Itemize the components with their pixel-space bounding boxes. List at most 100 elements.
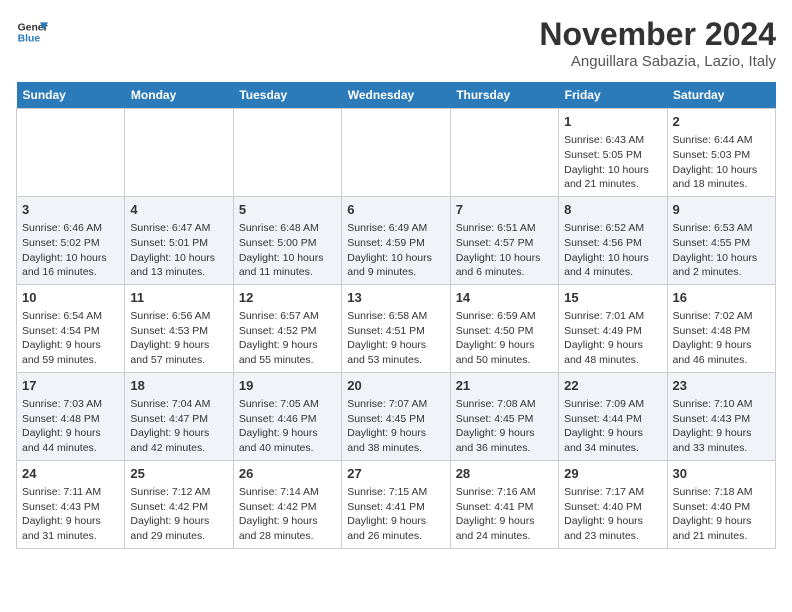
calendar-week-row: 1 Sunrise: 6:43 AM Sunset: 5:05 PM Daylig…	[17, 109, 776, 197]
day-info: Sunrise: 6:51 AM Sunset: 4:57 PM Dayligh…	[456, 221, 553, 280]
calendar-cell: 28 Sunrise: 7:16 AM Sunset: 4:41 PM Dayli…	[450, 460, 558, 548]
col-header-friday: Friday	[559, 82, 667, 109]
calendar-cell	[450, 109, 558, 197]
calendar-cell: 5 Sunrise: 6:48 AM Sunset: 5:00 PM Daylig…	[233, 196, 341, 284]
day-number: 17	[22, 377, 119, 395]
day-number: 18	[130, 377, 227, 395]
day-info: Sunrise: 7:18 AM Sunset: 4:40 PM Dayligh…	[673, 485, 770, 544]
col-header-tuesday: Tuesday	[233, 82, 341, 109]
calendar-cell: 22 Sunrise: 7:09 AM Sunset: 4:44 PM Dayli…	[559, 372, 667, 460]
calendar-cell: 13Sunrise: 6:58 AM Sunset: 4:51 PM Dayli…	[342, 284, 450, 372]
calendar-cell: 9Sunrise: 6:53 AM Sunset: 4:55 PM Daylig…	[667, 196, 775, 284]
day-number: 15	[564, 289, 661, 307]
calendar-cell: 3Sunrise: 6:46 AM Sunset: 5:02 PM Daylig…	[17, 196, 125, 284]
day-info: Sunrise: 6:59 AM Sunset: 4:50 PM Dayligh…	[456, 309, 553, 368]
col-header-thursday: Thursday	[450, 82, 558, 109]
day-info: Sunrise: 6:43 AM Sunset: 5:05 PM Dayligh…	[564, 133, 661, 192]
calendar-cell: 12 Sunrise: 6:57 AM Sunset: 4:52 PM Dayli…	[233, 284, 341, 372]
day-info: Sunrise: 6:44 AM Sunset: 5:03 PM Dayligh…	[673, 133, 770, 192]
col-header-sunday: Sunday	[17, 82, 125, 109]
day-number: 2	[673, 113, 770, 131]
day-info: Sunrise: 7:16 AM Sunset: 4:41 PM Dayligh…	[456, 485, 553, 544]
calendar-week-row: 17 Sunrise: 7:03 AM Sunset: 4:48 PM Dayli…	[17, 372, 776, 460]
location-title: Anguillara Sabazia, Lazio, Italy	[539, 53, 776, 70]
calendar-header-row: SundayMondayTuesdayWednesdayThursdayFrid…	[17, 82, 776, 109]
day-number: 26	[239, 465, 336, 483]
calendar-cell: 17 Sunrise: 7:03 AM Sunset: 4:48 PM Dayli…	[17, 372, 125, 460]
day-number: 25	[130, 465, 227, 483]
day-info: Sunrise: 7:05 AM Sunset: 4:46 PM Dayligh…	[239, 397, 336, 456]
calendar-cell: 23Sunrise: 7:10 AM Sunset: 4:43 PM Dayli…	[667, 372, 775, 460]
day-info: Sunrise: 6:58 AM Sunset: 4:51 PM Dayligh…	[347, 309, 444, 368]
day-info: Sunrise: 6:56 AM Sunset: 4:53 PM Dayligh…	[130, 309, 227, 368]
day-number: 8	[564, 201, 661, 219]
day-info: Sunrise: 7:17 AM Sunset: 4:40 PM Dayligh…	[564, 485, 661, 544]
day-info: Sunrise: 7:15 AM Sunset: 4:41 PM Dayligh…	[347, 485, 444, 544]
day-number: 12	[239, 289, 336, 307]
calendar-cell	[342, 109, 450, 197]
calendar-cell: 7 Sunrise: 6:51 AM Sunset: 4:57 PM Daylig…	[450, 196, 558, 284]
calendar-cell: 4 Sunrise: 6:47 AM Sunset: 5:01 PM Daylig…	[125, 196, 233, 284]
col-header-wednesday: Wednesday	[342, 82, 450, 109]
page-header: General Blue November 2024 Anguillara Sa…	[16, 16, 776, 70]
day-number: 7	[456, 201, 553, 219]
calendar-cell: 15 Sunrise: 7:01 AM Sunset: 4:49 PM Dayli…	[559, 284, 667, 372]
calendar-cell	[125, 109, 233, 197]
day-info: Sunrise: 6:46 AM Sunset: 5:02 PM Dayligh…	[22, 221, 119, 280]
day-number: 21	[456, 377, 553, 395]
calendar-week-row: 3Sunrise: 6:46 AM Sunset: 5:02 PM Daylig…	[17, 196, 776, 284]
day-info: Sunrise: 7:03 AM Sunset: 4:48 PM Dayligh…	[22, 397, 119, 456]
calendar-cell: 26 Sunrise: 7:14 AM Sunset: 4:42 PM Dayli…	[233, 460, 341, 548]
day-number: 28	[456, 465, 553, 483]
svg-text:Blue: Blue	[18, 34, 41, 45]
day-number: 14	[456, 289, 553, 307]
calendar-cell: 11 Sunrise: 6:56 AM Sunset: 4:53 PM Dayli…	[125, 284, 233, 372]
calendar-cell: 20Sunrise: 7:07 AM Sunset: 4:45 PM Dayli…	[342, 372, 450, 460]
calendar-cell: 21Sunrise: 7:08 AM Sunset: 4:45 PM Dayli…	[450, 372, 558, 460]
calendar-cell: 29 Sunrise: 7:17 AM Sunset: 4:40 PM Dayli…	[559, 460, 667, 548]
day-number: 1	[564, 113, 661, 131]
day-number: 27	[347, 465, 444, 483]
day-number: 29	[564, 465, 661, 483]
calendar-cell: 30 Sunrise: 7:18 AM Sunset: 4:40 PM Dayli…	[667, 460, 775, 548]
day-info: Sunrise: 6:54 AM Sunset: 4:54 PM Dayligh…	[22, 309, 119, 368]
calendar-cell: 19 Sunrise: 7:05 AM Sunset: 4:46 PM Dayli…	[233, 372, 341, 460]
calendar-cell: 2 Sunrise: 6:44 AM Sunset: 5:03 PM Daylig…	[667, 109, 775, 197]
title-block: November 2024 Anguillara Sabazia, Lazio,…	[539, 16, 776, 70]
calendar-cell: 8 Sunrise: 6:52 AM Sunset: 4:56 PM Daylig…	[559, 196, 667, 284]
logo: General Blue	[16, 16, 48, 48]
day-info: Sunrise: 7:01 AM Sunset: 4:49 PM Dayligh…	[564, 309, 661, 368]
calendar-cell: 25 Sunrise: 7:12 AM Sunset: 4:42 PM Dayli…	[125, 460, 233, 548]
calendar-week-row: 10 Sunrise: 6:54 AM Sunset: 4:54 PM Dayli…	[17, 284, 776, 372]
calendar-cell	[17, 109, 125, 197]
day-number: 20	[347, 377, 444, 395]
day-info: Sunrise: 6:52 AM Sunset: 4:56 PM Dayligh…	[564, 221, 661, 280]
day-number: 10	[22, 289, 119, 307]
day-info: Sunrise: 7:14 AM Sunset: 4:42 PM Dayligh…	[239, 485, 336, 544]
day-number: 19	[239, 377, 336, 395]
calendar-cell: 10 Sunrise: 6:54 AM Sunset: 4:54 PM Dayli…	[17, 284, 125, 372]
day-info: Sunrise: 7:09 AM Sunset: 4:44 PM Dayligh…	[564, 397, 661, 456]
day-info: Sunrise: 6:47 AM Sunset: 5:01 PM Dayligh…	[130, 221, 227, 280]
calendar-cell: 24 Sunrise: 7:11 AM Sunset: 4:43 PM Dayli…	[17, 460, 125, 548]
day-info: Sunrise: 6:57 AM Sunset: 4:52 PM Dayligh…	[239, 309, 336, 368]
day-info: Sunrise: 7:12 AM Sunset: 4:42 PM Dayligh…	[130, 485, 227, 544]
day-number: 5	[239, 201, 336, 219]
calendar-cell: 27 Sunrise: 7:15 AM Sunset: 4:41 PM Dayli…	[342, 460, 450, 548]
day-number: 11	[130, 289, 227, 307]
day-info: Sunrise: 7:11 AM Sunset: 4:43 PM Dayligh…	[22, 485, 119, 544]
calendar-cell: 14 Sunrise: 6:59 AM Sunset: 4:50 PM Dayli…	[450, 284, 558, 372]
day-number: 22	[564, 377, 661, 395]
col-header-monday: Monday	[125, 82, 233, 109]
day-number: 6	[347, 201, 444, 219]
calendar-cell: 16Sunrise: 7:02 AM Sunset: 4:48 PM Dayli…	[667, 284, 775, 372]
col-header-saturday: Saturday	[667, 82, 775, 109]
day-number: 23	[673, 377, 770, 395]
day-info: Sunrise: 6:49 AM Sunset: 4:59 PM Dayligh…	[347, 221, 444, 280]
calendar-cell: 1 Sunrise: 6:43 AM Sunset: 5:05 PM Daylig…	[559, 109, 667, 197]
day-number: 24	[22, 465, 119, 483]
calendar-week-row: 24 Sunrise: 7:11 AM Sunset: 4:43 PM Dayli…	[17, 460, 776, 548]
day-number: 4	[130, 201, 227, 219]
day-info: Sunrise: 6:48 AM Sunset: 5:00 PM Dayligh…	[239, 221, 336, 280]
day-number: 30	[673, 465, 770, 483]
